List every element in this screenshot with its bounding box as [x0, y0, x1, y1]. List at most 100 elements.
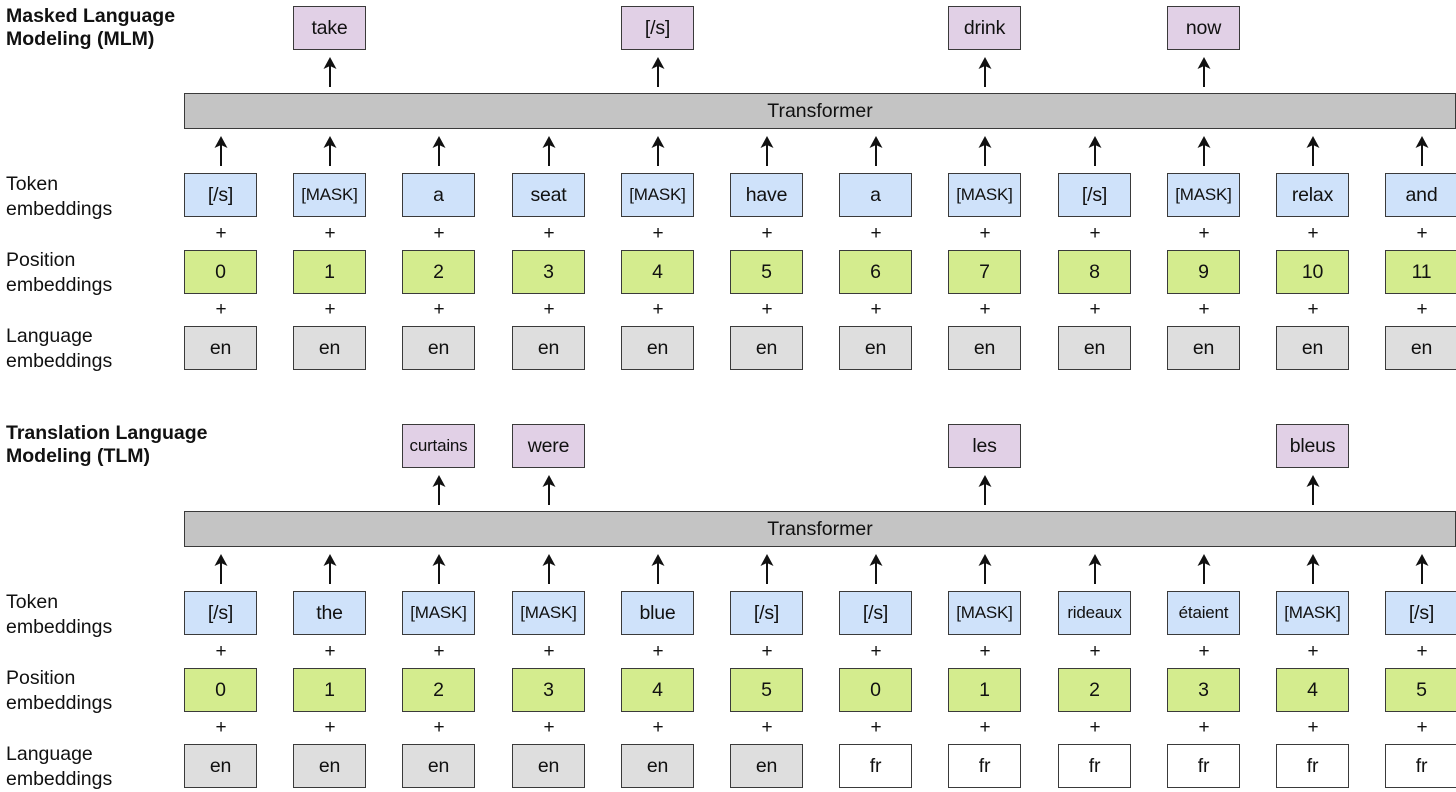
arrow-up-icon — [868, 136, 884, 166]
position-embedding-box: 2 — [402, 668, 475, 712]
position-embedding-box: 1 — [948, 668, 1021, 712]
arrow-up-icon — [977, 475, 993, 505]
position-embedding-box: 1 — [293, 668, 366, 712]
arrow-up-icon — [650, 57, 666, 87]
language-embedding-box: fr — [839, 744, 912, 788]
arrow-up-icon — [541, 554, 557, 584]
plus-sign: + — [870, 641, 882, 662]
position-embedding-box: 0 — [839, 668, 912, 712]
mlm-section: Masked Language Modeling (MLM) Transform… — [0, 0, 1456, 400]
plus-sign: + — [215, 717, 227, 738]
plus-sign: + — [1089, 717, 1101, 738]
language-embedding-box: en — [1276, 326, 1349, 370]
arrow-up-icon — [322, 554, 338, 584]
position-embedding-box: 5 — [730, 668, 803, 712]
language-embedding-box: en — [839, 326, 912, 370]
language-embedding-box: en — [730, 326, 803, 370]
arrow-up-icon — [213, 554, 229, 584]
token-embedding-box: seat — [512, 173, 585, 217]
language-embedding-box: en — [1385, 326, 1456, 370]
language-embedding-box: en — [293, 326, 366, 370]
token-embedding-box: [/s] — [184, 591, 257, 635]
plus-sign: + — [324, 223, 336, 244]
position-embedding-box: 2 — [402, 250, 475, 294]
arrow-up-icon — [541, 475, 557, 505]
plus-sign: + — [433, 641, 445, 662]
token-embedding-box: rideaux — [1058, 591, 1131, 635]
plus-sign: + — [870, 223, 882, 244]
plus-sign: + — [652, 641, 664, 662]
plus-sign: + — [1307, 717, 1319, 738]
arrow-up-icon — [759, 554, 775, 584]
position-embedding-box: 4 — [1276, 668, 1349, 712]
token-embeddings-label: Token embeddings — [6, 173, 113, 220]
position-embedding-box: 11 — [1385, 250, 1456, 294]
position-embedding-box: 5 — [1385, 668, 1456, 712]
output-token-box: bleus — [1276, 424, 1349, 468]
plus-sign: + — [1416, 223, 1428, 244]
language-embedding-box: en — [184, 744, 257, 788]
language-embedding-box: fr — [948, 744, 1021, 788]
plus-sign: + — [1416, 641, 1428, 662]
tlm-section: Translation Language Modeling (TLM) Tran… — [0, 418, 1456, 792]
plus-sign: + — [1307, 223, 1319, 244]
language-embedding-box: en — [512, 744, 585, 788]
position-embedding-box: 7 — [948, 250, 1021, 294]
token-embedding-box: étaient — [1167, 591, 1240, 635]
language-embedding-box: fr — [1276, 744, 1349, 788]
language-embedding-box: fr — [1058, 744, 1131, 788]
position-embedding-box: 6 — [839, 250, 912, 294]
arrow-up-icon — [213, 136, 229, 166]
plus-sign: + — [652, 223, 664, 244]
plus-sign: + — [543, 299, 555, 320]
token-embedding-box: have — [730, 173, 803, 217]
plus-sign: + — [1089, 641, 1101, 662]
arrow-up-icon — [322, 57, 338, 87]
language-embedding-box: en — [621, 744, 694, 788]
plus-sign: + — [543, 717, 555, 738]
plus-sign: + — [1307, 641, 1319, 662]
token-embedding-box: [/s] — [1385, 591, 1456, 635]
token-embedding-box: relax — [1276, 173, 1349, 217]
arrow-up-icon — [977, 57, 993, 87]
token-embedding-box: blue — [621, 591, 694, 635]
transformer-block: Transformer — [184, 511, 1456, 547]
output-token-box: now — [1167, 6, 1240, 50]
language-embedding-box: en — [948, 326, 1021, 370]
output-token-box: [/s] — [621, 6, 694, 50]
language-embedding-box: en — [730, 744, 803, 788]
plus-sign: + — [215, 641, 227, 662]
language-embedding-box: fr — [1167, 744, 1240, 788]
language-embedding-box: en — [1058, 326, 1131, 370]
token-embedding-box: [MASK] — [948, 591, 1021, 635]
arrow-up-icon — [1414, 136, 1430, 166]
token-embedding-box: [MASK] — [948, 173, 1021, 217]
token-embedding-box: the — [293, 591, 366, 635]
position-embedding-box: 3 — [512, 668, 585, 712]
position-embedding-box: 8 — [1058, 250, 1131, 294]
output-token-box: were — [512, 424, 585, 468]
section-title: Translation Language Modeling (TLM) — [6, 422, 208, 467]
plus-sign: + — [1198, 223, 1210, 244]
plus-sign: + — [761, 641, 773, 662]
token-embeddings-label: Token embeddings — [6, 591, 113, 638]
section-title: Masked Language Modeling (MLM) — [6, 5, 176, 50]
position-embeddings-label: Position embeddings — [6, 667, 113, 714]
position-embedding-box: 0 — [184, 250, 257, 294]
plus-sign: + — [979, 717, 991, 738]
arrow-up-icon — [322, 136, 338, 166]
plus-sign: + — [979, 299, 991, 320]
arrow-up-icon — [1414, 554, 1430, 584]
language-embedding-box: en — [402, 326, 475, 370]
plus-sign: + — [433, 717, 445, 738]
language-embedding-box: en — [402, 744, 475, 788]
plus-sign: + — [652, 717, 664, 738]
arrow-up-icon — [1305, 136, 1321, 166]
plus-sign: + — [433, 299, 445, 320]
language-embedding-box: en — [293, 744, 366, 788]
token-embedding-box: a — [839, 173, 912, 217]
arrow-up-icon — [759, 136, 775, 166]
plus-sign: + — [324, 641, 336, 662]
arrow-up-icon — [977, 554, 993, 584]
plus-sign: + — [1416, 717, 1428, 738]
